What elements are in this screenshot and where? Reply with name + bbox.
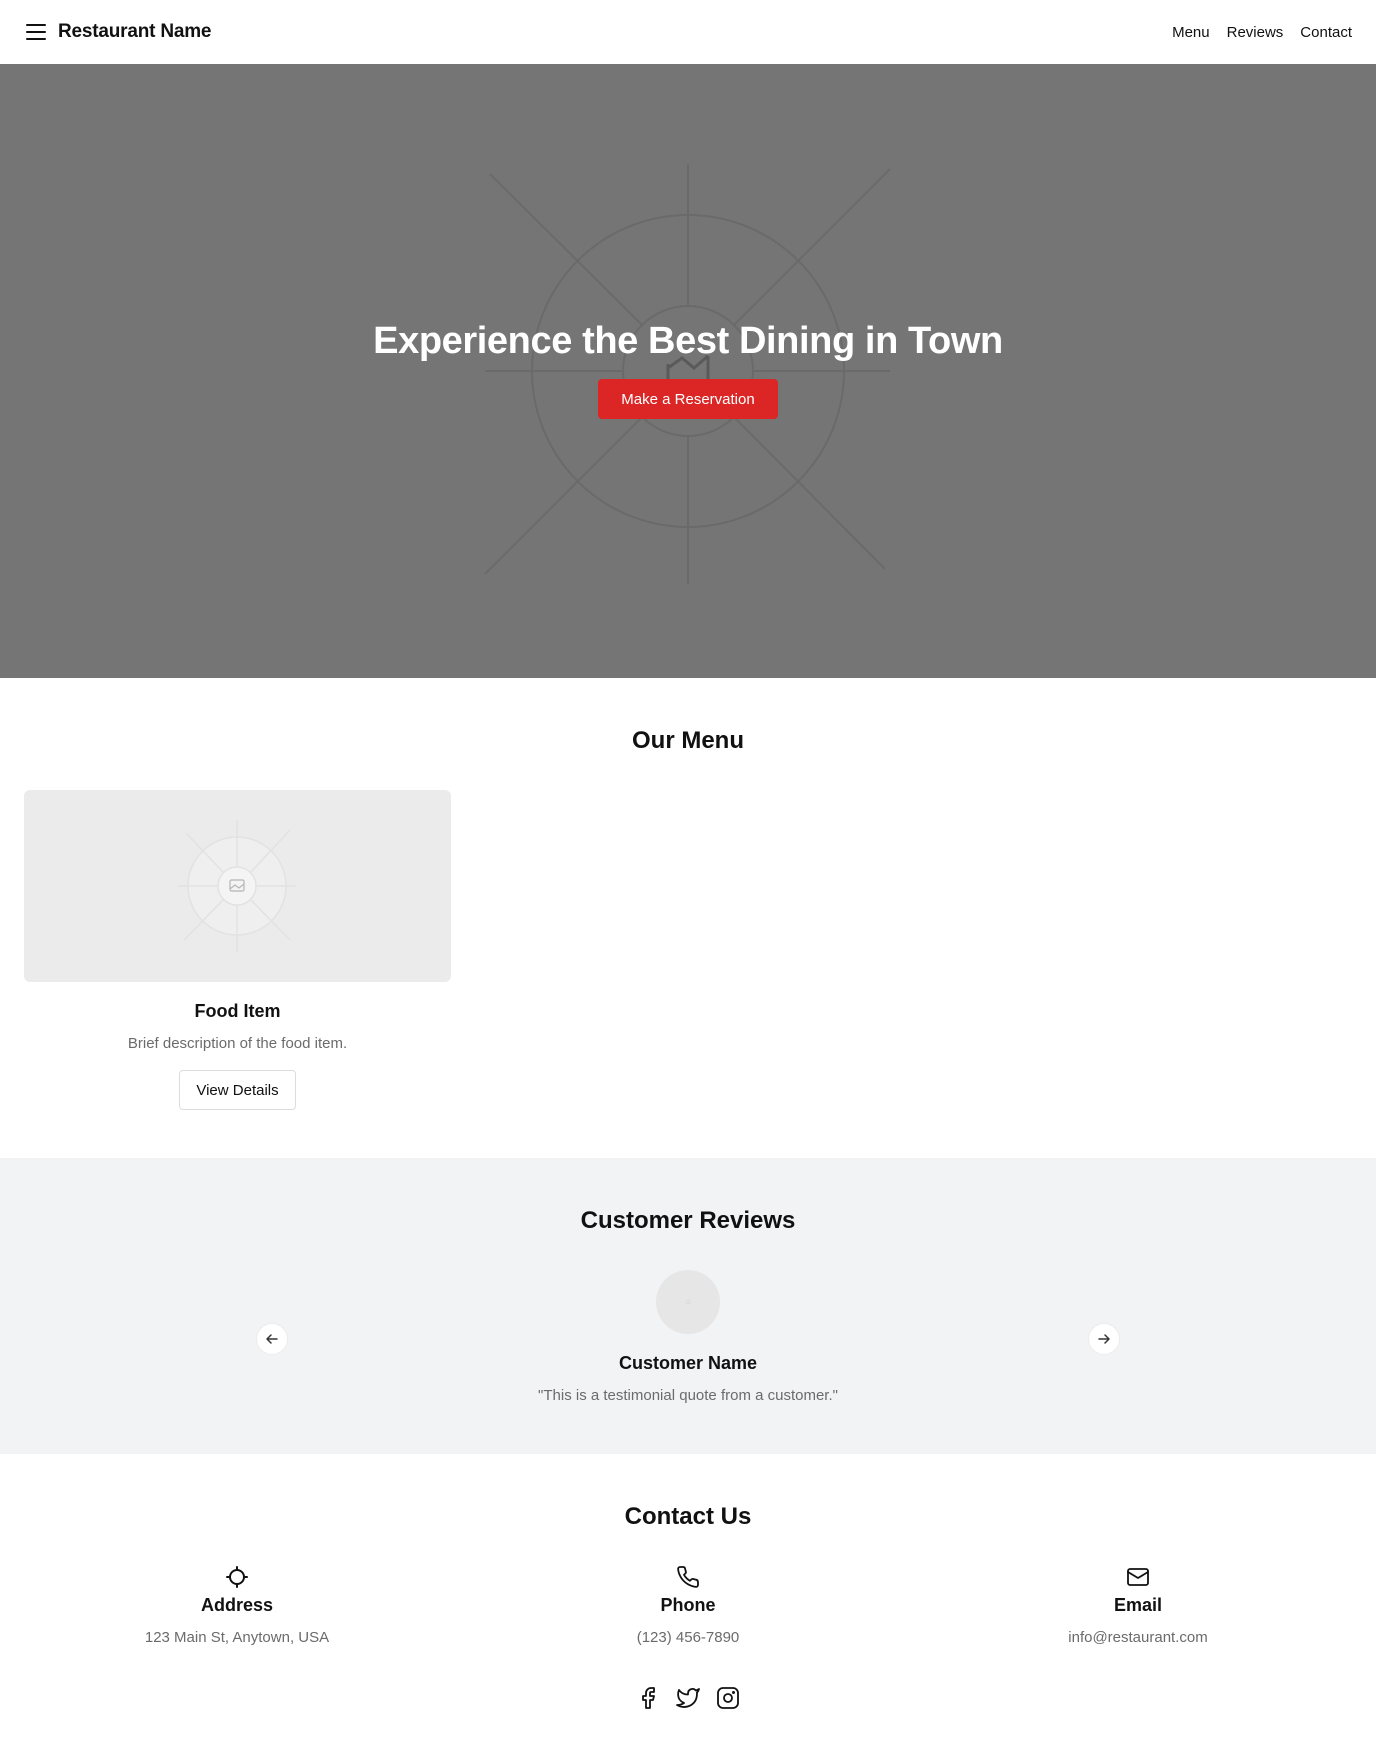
instagram-icon[interactable] bbox=[716, 1686, 740, 1710]
view-details-button[interactable]: View Details bbox=[179, 1070, 296, 1110]
nav-link-reviews[interactable]: Reviews bbox=[1227, 24, 1284, 41]
avatar bbox=[656, 1270, 720, 1334]
hero-section: Experience the Best Dining in Town Make … bbox=[0, 64, 1376, 678]
reviews-section-title: Customer Reviews bbox=[580, 1207, 796, 1234]
contact-value: (123) 456-7890 bbox=[636, 1629, 740, 1646]
facebook-icon[interactable] bbox=[636, 1686, 660, 1710]
location-icon bbox=[226, 1566, 248, 1588]
arrow-right-icon bbox=[1098, 1334, 1110, 1344]
contact-value: 123 Main St, Anytown, USA bbox=[144, 1629, 330, 1646]
contact-label: Phone bbox=[660, 1595, 716, 1615]
contact-section-title: Contact Us bbox=[624, 1503, 752, 1530]
nav-link-menu[interactable]: Menu bbox=[1172, 24, 1210, 41]
brand: Restaurant Name bbox=[26, 21, 211, 43]
hero-title: Experience the Best Dining in Town bbox=[373, 320, 1003, 362]
brand-name: Restaurant Name bbox=[58, 21, 212, 42]
twitter-icon[interactable] bbox=[676, 1686, 700, 1710]
phone-icon bbox=[677, 1566, 699, 1588]
food-item-image bbox=[24, 790, 451, 982]
contact-value: info@restaurant.com bbox=[1068, 1629, 1208, 1646]
customer-name: Customer Name bbox=[618, 1353, 758, 1373]
make-reservation-button[interactable]: Make a Reservation bbox=[598, 379, 778, 419]
site-header: Restaurant Name Menu Reviews Contact bbox=[0, 0, 1376, 64]
food-item-description: Brief description of the food item. bbox=[127, 1035, 348, 1052]
social-links bbox=[0, 1686, 1376, 1710]
previous-review-button[interactable] bbox=[257, 1324, 287, 1354]
hero-image-placeholder bbox=[484, 164, 891, 584]
main-nav: Menu Reviews Contact bbox=[1172, 24, 1352, 41]
contact-label: Email bbox=[1113, 1595, 1163, 1615]
contact-label: Address bbox=[200, 1595, 274, 1615]
hamburger-menu-icon[interactable] bbox=[26, 24, 46, 40]
arrow-left-icon bbox=[266, 1334, 278, 1344]
testimonial-quote: "This is a testimonial quote from a cust… bbox=[538, 1387, 838, 1404]
contact-phone: Phone (123) 456-7890 bbox=[538, 1565, 838, 1646]
contact-email: Email info@restaurant.com bbox=[988, 1565, 1288, 1646]
next-review-button[interactable] bbox=[1089, 1324, 1119, 1354]
nav-link-contact[interactable]: Contact bbox=[1300, 24, 1352, 41]
menu-section-title: Our Menu bbox=[632, 727, 744, 754]
mail-icon bbox=[1127, 1568, 1149, 1586]
food-item-title: Food Item bbox=[194, 1001, 281, 1021]
contact-address: Address 123 Main St, Anytown, USA bbox=[87, 1565, 387, 1646]
